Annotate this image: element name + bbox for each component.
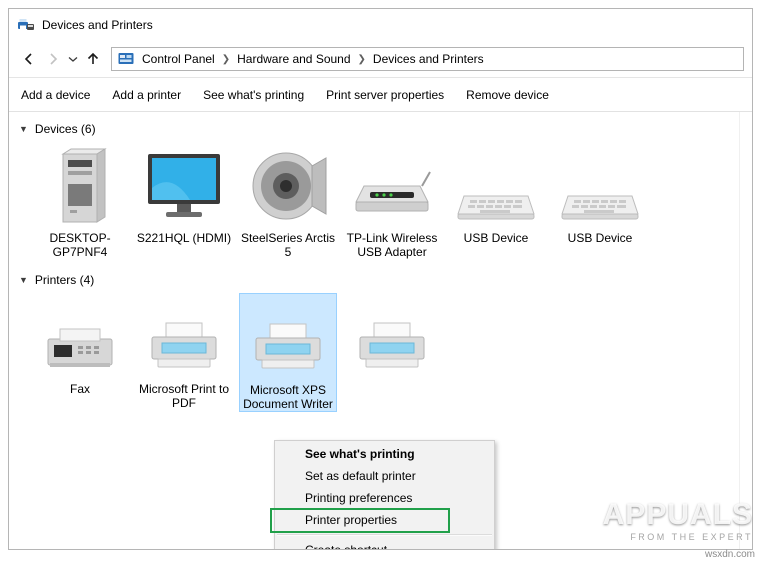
printer-tile-label: Fax	[69, 382, 90, 396]
chevron-down-icon[interactable]	[65, 47, 81, 71]
watermark: APPUALS FROM THE EXPERT	[602, 498, 753, 543]
printer-tile-xps-document-writer[interactable]: Microsoft XPS Document Writer	[239, 293, 337, 412]
printer-tile-print-to-pdf[interactable]: Microsoft Print to PDF	[135, 293, 233, 412]
forward-arrow-icon[interactable]	[41, 47, 65, 71]
breadcrumb-separator[interactable]: ❯	[217, 54, 235, 65]
context-menu-item-set-as-default-printer[interactable]: Set as default printer	[275, 465, 494, 487]
device-tile-desktop[interactable]: DESKTOP-GP7PNF4	[31, 142, 129, 259]
device-tile-label: USB Device	[567, 231, 633, 245]
device-tile-router[interactable]: TP-Link Wireless USB Adapter	[343, 142, 441, 259]
context-menu-item-printing-preferences[interactable]: Printing preferences	[275, 487, 494, 509]
watermark-corner-text: wsxdn.com	[704, 549, 755, 560]
device-tile-monitor[interactable]: S221HQL (HDMI)	[135, 142, 233, 259]
devices-and-printers-icon	[17, 16, 35, 34]
command-bar: Add a device Add a printer See what's pr…	[9, 78, 752, 112]
see-whats-printing-button[interactable]: See what's printing	[203, 84, 314, 106]
remove-device-button[interactable]: Remove device	[466, 84, 559, 106]
keyboard-icon	[451, 146, 541, 224]
device-tile-headset[interactable]: SteelSeries Arctis 5	[239, 142, 337, 259]
context-menu-item-label: Set as default printer	[305, 469, 416, 483]
context-menu-separator	[277, 534, 492, 536]
chevron-down-icon[interactable]: ▼	[19, 124, 28, 134]
device-tile-usb-1[interactable]: USB Device	[447, 142, 545, 259]
device-tile-label: DESKTOP-GP7PNF4	[49, 231, 111, 259]
control-panel-icon	[118, 51, 134, 67]
window-titlebar: Devices and Printers	[9, 9, 752, 41]
desktop-tower-icon	[35, 146, 125, 224]
device-tile-label: SteelSeries Arctis 5	[240, 231, 336, 259]
context-menu-item-see-whats-printing[interactable]: See what's printing	[275, 443, 494, 465]
printer-icon	[139, 297, 229, 375]
address-bar: Control Panel ❯ Hardware and Sound ❯ Dev…	[9, 41, 752, 78]
printers-tile-list: Fax Microsoft Print to PDF Microsoft XPS…	[9, 293, 752, 412]
printer-icon	[243, 298, 333, 376]
breadcrumb-item-control-panel[interactable]: Control Panel	[140, 52, 217, 66]
printer-icon	[347, 297, 437, 375]
chevron-down-icon[interactable]: ▼	[19, 275, 28, 285]
context-menu-item-label: Printing preferences	[305, 491, 413, 505]
group-header-devices-label: Devices (6)	[34, 122, 96, 136]
group-header-printers-label: Printers (4)	[34, 273, 95, 287]
add-a-device-button[interactable]: Add a device	[21, 84, 100, 106]
device-tile-label: S221HQL (HDMI)	[136, 231, 232, 245]
window-title: Devices and Printers	[42, 17, 153, 32]
breadcrumb-bar[interactable]: Control Panel ❯ Hardware and Sound ❯ Dev…	[111, 47, 744, 71]
context-menu-item-label: See what's printing	[305, 447, 415, 461]
devices-and-printers-window: Devices and Printers Control Panel ❯ Har…	[8, 8, 753, 550]
fax-icon	[35, 297, 125, 375]
context-menu-item-label: Create shortcut	[305, 543, 388, 550]
speaker-headset-icon	[243, 146, 333, 224]
group-header-printers[interactable]: ▼ Printers (4)	[9, 259, 752, 293]
content-area: ▼ Devices (6) DESKTOP-GP7PNF4 S221HQL (H…	[9, 112, 752, 550]
breadcrumb-item-devices-and-printers[interactable]: Devices and Printers	[371, 52, 486, 66]
watermark-title: APPUALS	[602, 498, 753, 531]
printer-tile-extra[interactable]	[343, 293, 441, 412]
printer-tile-fax[interactable]: Fax	[31, 293, 129, 412]
device-tile-usb-2[interactable]: USB Device	[551, 142, 649, 259]
watermark-subtitle: FROM THE EXPERT	[630, 532, 753, 542]
printer-tile-label: Microsoft Print to PDF	[138, 382, 230, 410]
printer-tile-label: Microsoft XPS Document Writer	[240, 383, 336, 411]
device-tile-label: USB Device	[463, 231, 529, 245]
keyboard-icon	[555, 146, 645, 224]
annotation-highlight-properties	[270, 508, 450, 533]
print-server-properties-button[interactable]: Print server properties	[326, 84, 454, 106]
devices-tile-list: DESKTOP-GP7PNF4 S221HQL (HDMI) SteelSeri…	[9, 142, 752, 259]
back-arrow-icon[interactable]	[17, 47, 41, 71]
printer-context-menu: See what's printing Set as default print…	[274, 440, 495, 550]
monitor-icon	[139, 146, 229, 224]
router-icon	[347, 146, 437, 224]
breadcrumb-separator[interactable]: ❯	[353, 54, 371, 65]
add-a-printer-button[interactable]: Add a printer	[112, 84, 191, 106]
device-tile-label: TP-Link Wireless USB Adapter	[346, 231, 438, 259]
vertical-scrollbar[interactable]	[739, 112, 752, 549]
breadcrumb-item-hardware-and-sound[interactable]: Hardware and Sound	[235, 52, 352, 66]
up-arrow-icon[interactable]	[81, 47, 105, 71]
group-header-devices[interactable]: ▼ Devices (6)	[9, 112, 752, 142]
context-menu-item-create-shortcut[interactable]: Create shortcut	[275, 539, 494, 550]
